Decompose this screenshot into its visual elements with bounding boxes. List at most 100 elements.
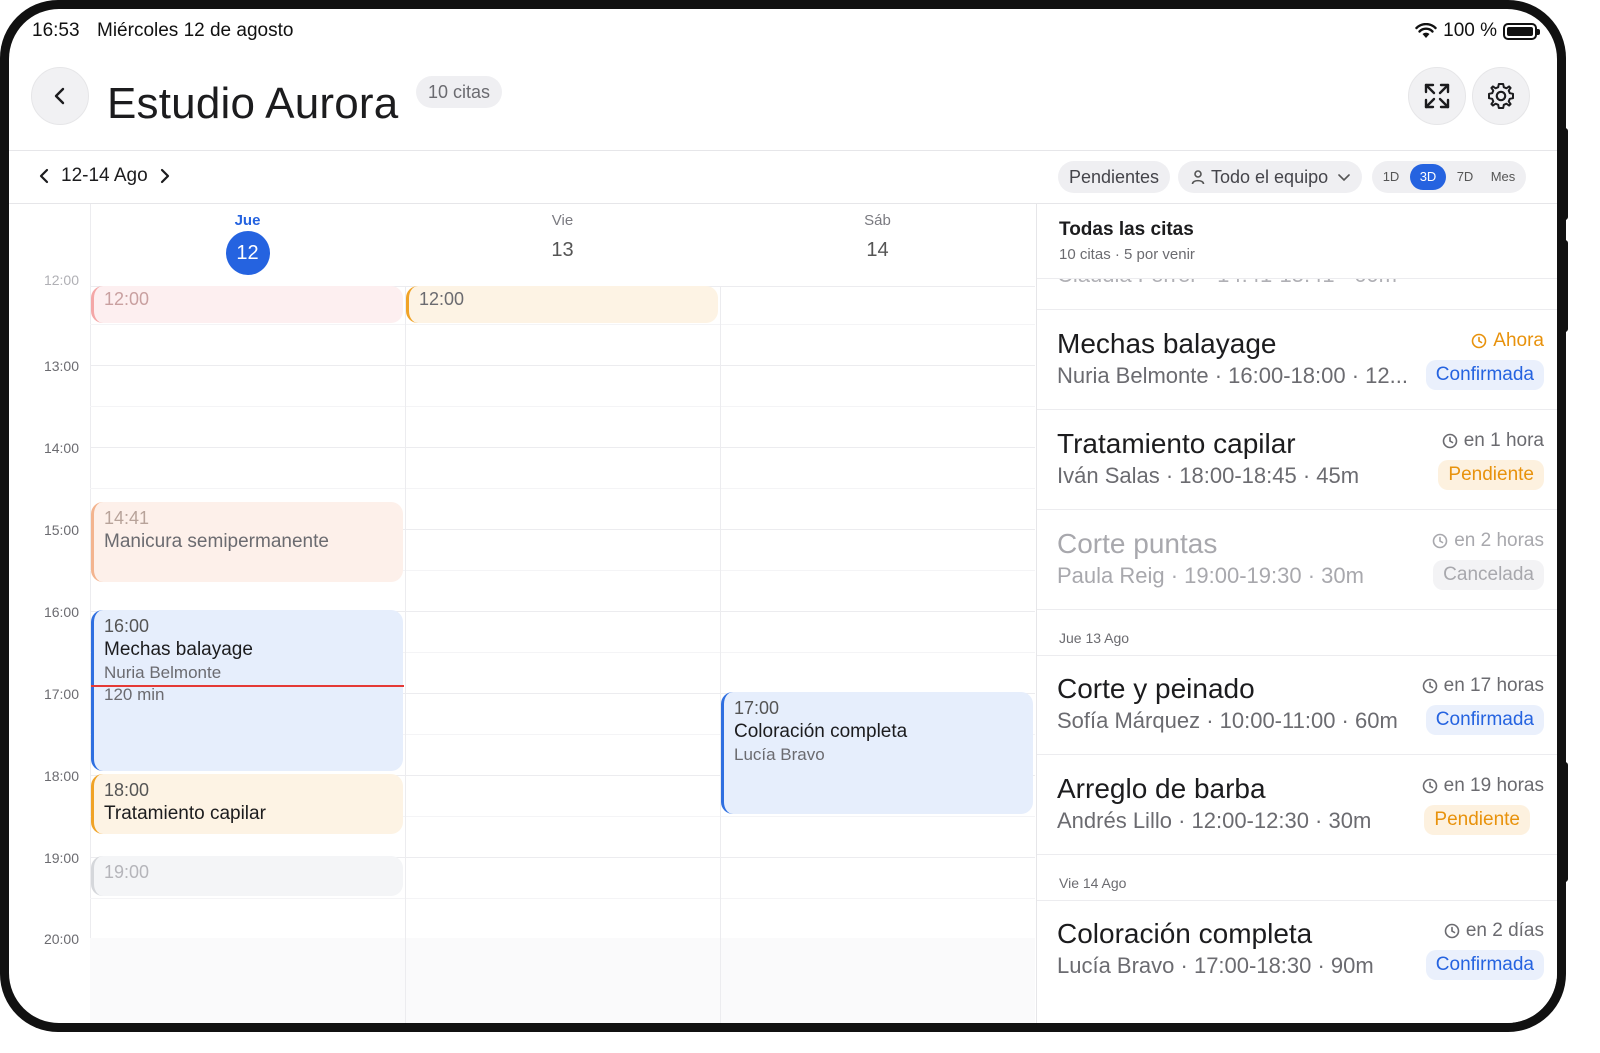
time-label: 15:00 <box>43 522 79 538</box>
view-month-button[interactable]: Mes <box>1484 161 1522 193</box>
battery-level: 100 % <box>1443 20 1497 41</box>
appointment-card[interactable]: Tratamiento capilar Iván Salas · 18:00-1… <box>1037 410 1557 510</box>
card-meta: Paula Reig · 19:00-19:30 · 30m <box>1057 563 1364 588</box>
clock-icon <box>1442 433 1458 449</box>
event-duration: 120 min <box>104 685 165 704</box>
clock-icon <box>1444 923 1460 939</box>
toolbar: 12-14 Ago Pendientes Todo el equipo 1D 3… <box>9 151 1557 204</box>
card-meta: Nuria Belmonte · 16:00-18:00 · 12... <box>1057 363 1408 388</box>
view-1d-button[interactable]: 1D <box>1376 161 1406 193</box>
panel-header: Todas las citas 10 citas · 5 por venir <box>1037 204 1557 279</box>
event-title: Coloración completa <box>734 721 908 742</box>
event-time: 12:00 <box>104 289 150 309</box>
card-meta: Sofía Márquez · 10:00-11:00 · 60m <box>1057 708 1398 733</box>
event-title: Tratamiento capilar <box>104 803 266 824</box>
card-when-label: en 17 horas <box>1443 675 1544 696</box>
card-when: en 17 horas <box>1422 675 1544 697</box>
prev-range-icon[interactable] <box>37 168 51 184</box>
status-badge: Confirmada <box>1425 705 1544 735</box>
view-7d-button[interactable]: 7D <box>1450 161 1480 193</box>
event-block[interactable]: 18:00 Tratamiento capilar <box>91 774 403 834</box>
day-name: Jue <box>234 212 261 229</box>
clock-icon <box>1422 678 1437 694</box>
event-block[interactable]: 12:00 <box>406 286 718 323</box>
clock-icon <box>1471 333 1487 349</box>
time-label: 20:00 <box>43 931 79 947</box>
calendar-grid[interactable]: 12:00 12:00 14:41 Manicura semipermanent… <box>90 286 1035 1023</box>
day-header-thu[interactable]: Jue 12 <box>90 212 405 293</box>
card-meta: Lucía Bravo · 17:00-18:30 · 90m <box>1057 953 1374 978</box>
event-client: Lucía Bravo <box>734 745 825 764</box>
time-label: 14:00 <box>43 440 79 456</box>
status-badge: Pendiente <box>1438 460 1544 490</box>
event-block[interactable]: 19:00 <box>91 856 403 896</box>
day-header-fri[interactable]: Vie 13 <box>405 212 720 293</box>
person-icon <box>1191 170 1205 185</box>
gear-icon <box>1488 83 1514 109</box>
card-when-label: en 19 horas <box>1443 775 1544 796</box>
view-3d-button[interactable]: 3D <box>1410 164 1446 190</box>
card-meta: Iván Salas · 18:00-18:45 · 45m <box>1057 463 1360 488</box>
event-title: Mechas balayage <box>104 639 253 660</box>
pending-filter-button[interactable]: Pendientes <box>1058 161 1170 193</box>
event-title: Manicura semipermanente <box>104 531 329 552</box>
current-time-indicator <box>91 685 404 687</box>
card-when: en 1 hora <box>1442 430 1544 452</box>
event-block[interactable]: 12:00 <box>91 286 403 323</box>
panel-title: Todas las citas <box>1059 219 1194 240</box>
back-button[interactable] <box>31 67 89 125</box>
card-when-label: en 1 hora <box>1463 430 1544 451</box>
event-block[interactable]: 17:00 Coloración completa Lucía Bravo <box>721 692 1033 814</box>
appointments-count-badge: 10 citas <box>416 76 503 108</box>
team-filter-dropdown[interactable]: Todo el equipo <box>1178 161 1362 193</box>
appointment-card[interactable]: Corte puntas Paula Reig · 19:00-19:30 · … <box>1037 510 1557 610</box>
card-when-label: en 2 horas <box>1454 530 1544 551</box>
clock-icon <box>1422 778 1437 794</box>
status-right: 100 % <box>1415 20 1540 42</box>
day-header-sat[interactable]: Sáb 14 <box>720 212 1035 293</box>
time-label: 12:00 <box>43 272 79 288</box>
status-badge: Pendiente <box>1424 805 1530 835</box>
battery-icon <box>1503 22 1540 40</box>
appointment-card[interactable]: Corte y peinado Sofía Márquez · 10:00-11… <box>1037 655 1557 755</box>
event-block[interactable]: 16:00 Mechas balayage Nuria Belmonte 120… <box>91 610 403 771</box>
card-when: en 2 días <box>1444 920 1544 942</box>
card-when-label: Ahora <box>1493 330 1544 351</box>
appointment-card[interactable]: Coloración completa Lucía Bravo · 17:00-… <box>1037 900 1557 999</box>
day-number: 12 <box>225 231 270 275</box>
calendar-3day: Jue 12 Vie 13 Sáb 14 12:00 13:00 14:00 1… <box>9 204 1035 1023</box>
event-time: 19:00 <box>104 862 150 882</box>
card-when-label: en 2 días <box>1465 920 1544 941</box>
event-time: 18:00 <box>104 780 150 800</box>
event-block[interactable]: 14:41 Manicura semipermanente <box>91 502 403 582</box>
time-label: 16:00 <box>43 604 79 620</box>
expand-icon <box>1424 83 1450 109</box>
card-when: Ahora <box>1471 330 1544 352</box>
settings-button[interactable] <box>1472 67 1530 125</box>
chevron-down-icon <box>1338 174 1350 182</box>
day-number: 13 <box>551 239 574 261</box>
appointments-panel: Todas las citas 10 citas · 5 por venir C… <box>1036 204 1557 1023</box>
card-when: en 2 horas <box>1432 530 1544 552</box>
event-time: 14:41 <box>104 508 150 528</box>
day-name: Sáb <box>864 212 891 229</box>
chevron-left-icon <box>54 87 65 105</box>
section-label: Vie 14 Ago <box>1059 875 1127 891</box>
screen: 16:53 Miércoles 12 de agosto 100 % Estud… <box>9 9 1557 1023</box>
clock-icon <box>1432 533 1448 549</box>
date-range-label: 12-14 Ago <box>61 165 148 186</box>
next-range-icon[interactable] <box>158 168 172 184</box>
header: Estudio Aurora 10 citas <box>9 53 1557 151</box>
appointment-card[interactable]: Mechas balayage Nuria Belmonte · 16:00-1… <box>1037 310 1557 410</box>
event-time: 12:00 <box>419 289 465 309</box>
time-label: 18:00 <box>43 768 79 784</box>
appointment-card[interactable]: Arreglo de barba Andrés Lillo · 12:00-12… <box>1037 755 1557 855</box>
event-client: Nuria Belmonte <box>104 663 222 682</box>
fullscreen-button[interactable] <box>1408 67 1466 125</box>
day-number: 14 <box>866 239 889 261</box>
team-filter-label: Todo el equipo <box>1211 167 1329 187</box>
page-title: Estudio Aurora <box>107 79 399 128</box>
status-date: Miércoles 12 de agosto <box>97 20 294 41</box>
panel-subtitle: 10 citas · 5 por venir <box>1059 246 1195 263</box>
status-badge: Cancelada <box>1433 560 1544 590</box>
